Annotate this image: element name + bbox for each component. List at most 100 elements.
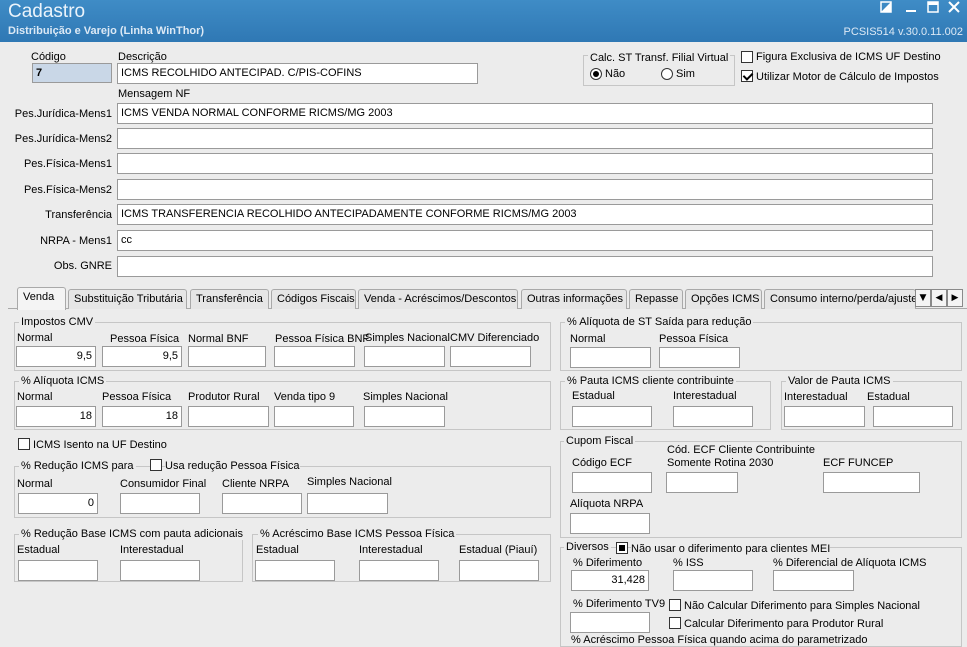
pc-estadual-label: Estadual — [572, 390, 615, 402]
icms-isento-checkbox[interactable] — [18, 438, 30, 450]
aliq-pf-label: Pessoa Física — [102, 391, 172, 403]
minimize-icon[interactable] — [903, 1, 919, 17]
aliq-normal-field[interactable]: 18 — [16, 406, 96, 427]
diferimento-tv9-label: % Diferimento TV9 — [573, 598, 666, 610]
cmv-pf-bnf-field[interactable] — [274, 346, 355, 367]
nao-calc-simples-checkbox[interactable] — [669, 599, 681, 611]
red-consumidor-label: Consumidor Final — [120, 478, 207, 490]
reducao-icms-title: % Redução ICMS para — [19, 460, 136, 472]
cmv-normal-bnf-field[interactable] — [188, 346, 266, 367]
st-pf-field[interactable] — [659, 347, 740, 368]
maximize-icon[interactable] — [925, 1, 941, 17]
tab-outras-informacoes[interactable]: Outras informações — [521, 289, 627, 309]
ecf-funcep-label: ECF FUNCEP — [823, 457, 894, 469]
tab-venda[interactable]: Venda — [17, 287, 66, 310]
st-pf-label: Pessoa Física — [659, 333, 729, 345]
resize-icon[interactable] — [878, 1, 894, 17]
reducao-base-title: % Redução Base ICMS com pauta adicionais — [19, 528, 245, 540]
codigo-label: Código — [31, 51, 66, 63]
msg-field-pf1[interactable] — [117, 153, 933, 174]
valor-pauta-title: Valor de Pauta ICMS — [786, 375, 893, 387]
ab-interestadual-field[interactable] — [359, 560, 439, 581]
diferimento-tv9-field[interactable] — [570, 612, 650, 633]
msg-label-transferencia: Transferência — [45, 209, 112, 221]
descricao-field[interactable]: ICMS RECOLHIDO ANTECIPAD. C/PIS-COFINS — [117, 63, 478, 84]
rb-estadual-field[interactable] — [18, 560, 98, 581]
ab-interestadual-label: Interestadual — [359, 544, 423, 556]
aliq-produtor-field[interactable] — [188, 406, 269, 427]
cmv-diferenciado-label: CMV Diferenciado — [450, 332, 540, 344]
cmv-pf-label: Pessoa Física — [110, 333, 180, 345]
rb-interestadual-field[interactable] — [120, 560, 200, 581]
msg-field-transferencia[interactable]: ICMS TRANSFERENCIA RECOLHIDO ANTECIPADAM… — [117, 204, 933, 225]
window-title: Cadastro — [8, 1, 86, 22]
diferencial-aliquota-label: % Diferencial de Alíquota ICMS — [773, 557, 927, 569]
tab-opcoes-icms[interactable]: Opções ICMS — [685, 289, 762, 309]
aliq-pf-field[interactable]: 18 — [102, 406, 182, 427]
pc-estadual-field[interactable] — [572, 406, 652, 427]
aliq-normal-label: Normal — [17, 391, 53, 403]
msg-field-obs-gnre[interactable] — [117, 256, 933, 277]
vp-estadual-field[interactable] — [873, 406, 953, 427]
cod-ecf-cliente-field[interactable] — [666, 472, 738, 493]
ab-estadual-label: Estadual — [256, 544, 299, 556]
aliquota-nrpa-field[interactable] — [570, 513, 650, 534]
aliq-venda9-field[interactable] — [274, 406, 354, 427]
ab-piaui-field[interactable] — [459, 560, 539, 581]
st-normal-field[interactable] — [570, 347, 651, 368]
cmv-normal-field[interactable]: 9,5 — [16, 346, 96, 367]
msg-field-pj1[interactable]: ICMS VENDA NORMAL CONFORME RICMS/MG 2003 — [117, 103, 933, 124]
nao-diferimento-mei-checkbox[interactable] — [616, 542, 628, 554]
nao-radio[interactable] — [590, 68, 602, 80]
aliq-simples-label: Simples Nacional — [363, 391, 448, 403]
red-simples-field[interactable] — [307, 493, 388, 514]
red-nrpa-field[interactable] — [222, 493, 302, 514]
msg-field-nrpa[interactable]: cc — [117, 230, 933, 251]
tabs-dropdown-icon[interactable]: ▼ — [915, 289, 931, 307]
msg-label-obs-gnre: Obs. GNRE — [53, 260, 112, 272]
tab-repasse[interactable]: Repasse — [629, 289, 683, 309]
cupom-fiscal-title: Cupom Fiscal — [564, 435, 636, 447]
codigo-ecf-field[interactable] — [572, 472, 652, 493]
iss-field[interactable] — [673, 570, 753, 591]
nao-calc-simples-label: Não Calcular Diferimento para Simples Na… — [684, 600, 920, 612]
cmv-normal-label: Normal — [17, 332, 53, 344]
msg-field-pj2[interactable] — [117, 128, 933, 149]
aliq-simples-field[interactable] — [364, 406, 445, 427]
motor-calculo-checkbox[interactable] — [741, 70, 753, 82]
tab-substituicao-tributaria[interactable]: Substituição Tributária — [68, 289, 187, 309]
tab-codigos-fiscais[interactable]: Códigos Fiscais — [271, 289, 356, 309]
red-nrpa-label: Cliente NRPA — [222, 478, 290, 490]
window-subtitle: Distribuição e Varejo (Linha WinThor) — [8, 25, 205, 37]
msg-label-pf2: Pes.Física-Mens2 — [23, 184, 112, 196]
calc-st-label: Calc. ST Transf. Filial Virtual — [588, 52, 731, 64]
red-normal-field[interactable]: 0 — [18, 493, 98, 514]
msg-field-pf2[interactable] — [117, 179, 933, 200]
tabs-scroll-left-icon[interactable]: ◀ — [931, 289, 947, 307]
sim-radio[interactable] — [661, 68, 673, 80]
ab-estadual-field[interactable] — [255, 560, 335, 581]
diferimento-field[interactable]: 31,428 — [571, 570, 649, 591]
cmv-diferenciado-field[interactable] — [450, 346, 531, 367]
tabs-scroll-right-icon[interactable]: ▶ — [947, 289, 963, 307]
tab-consumo-interno[interactable]: Consumo interno/perda/ajuste — [764, 289, 916, 309]
vp-interestadual-field[interactable] — [784, 406, 865, 427]
calc-produtor-rural-checkbox[interactable] — [669, 617, 681, 629]
tab-transferencia[interactable]: Transferência — [190, 289, 269, 309]
ab-piaui-label: Estadual (Piauí) — [459, 544, 538, 556]
acrescimo-pf-label: % Acréscimo Pessoa Física quando acima d… — [571, 634, 868, 646]
aliq-venda9-label: Venda tipo 9 — [274, 391, 336, 403]
sim-label: Sim — [676, 68, 695, 80]
ecf-funcep-field[interactable] — [823, 472, 920, 493]
cmv-simples-field[interactable] — [364, 346, 445, 367]
tab-venda-acrescimos[interactable]: Venda - Acréscimos/Descontos — [358, 289, 518, 309]
diferencial-aliquota-field[interactable] — [773, 570, 854, 591]
cmv-pf-field[interactable]: 9,5 — [102, 346, 182, 367]
red-consumidor-field[interactable] — [120, 493, 200, 514]
codigo-field[interactable]: 7 — [32, 63, 112, 83]
usa-reducao-pf-checkbox[interactable] — [150, 459, 162, 471]
close-icon[interactable] — [946, 1, 962, 17]
figura-exclusiva-checkbox[interactable] — [741, 51, 753, 63]
cod-ecf-cliente-label: Cód. ECF Cliente Contribuinte — [667, 444, 815, 456]
pc-interestadual-field[interactable] — [673, 406, 753, 427]
